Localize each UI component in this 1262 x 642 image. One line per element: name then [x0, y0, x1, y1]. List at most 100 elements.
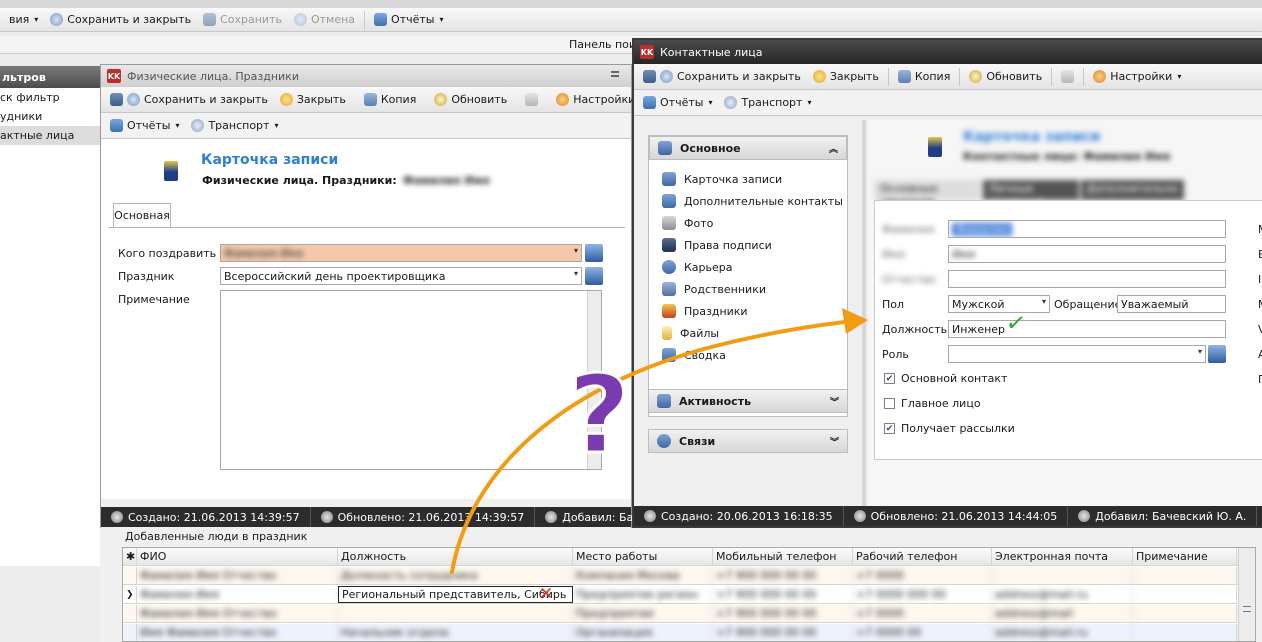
contacts-window-title: Контактные лица [660, 45, 763, 59]
side-label: М [1258, 223, 1262, 236]
column-header[interactable]: ФИО [137, 548, 338, 565]
clock-icon [644, 510, 656, 522]
settings-menu[interactable]: Настройки▾ [1088, 66, 1186, 88]
table-row-current[interactable]: ❯ Фамилия Имя Региональный представитель… [123, 586, 1255, 604]
chevron-up-icon: ︽ [828, 144, 838, 155]
transport-menu[interactable]: Транспорт ▾ [719, 92, 816, 114]
copy-button[interactable]: Копия [359, 89, 422, 111]
close-icon [812, 70, 826, 83]
whom-lookup-button[interactable] [585, 244, 603, 262]
gift-icon [662, 304, 676, 318]
column-header[interactable]: Место работы [573, 548, 713, 565]
close-button[interactable]: Закрыть [275, 89, 351, 111]
gear-icon [1093, 70, 1107, 83]
nav-section-activity[interactable]: Активность ︾ [648, 389, 848, 413]
card-body: Карточка записи Физические лица. Праздни… [101, 139, 631, 499]
save-close-button[interactable]: Сохранить и закрыть [45, 9, 196, 31]
transport-menu[interactable]: Транспорт ▾ [186, 115, 283, 137]
transport-icon [724, 96, 738, 109]
nav-item-extra-contacts[interactable]: Дополнительные контакты [649, 190, 847, 212]
panel-splitter[interactable] [862, 120, 866, 508]
gender-select[interactable]: Мужской ▾ [948, 295, 1050, 313]
ok-icon [660, 70, 673, 83]
nav-section-main[interactable]: Основное ︽ [649, 136, 847, 160]
position-field[interactable]: Инженер [948, 320, 1226, 338]
move-up-button[interactable] [520, 89, 543, 111]
section-main-icon [658, 141, 672, 155]
table-row[interactable]: Имя Фамилия Отчество Начальник отдела Ор… [123, 624, 1255, 641]
salutation-field[interactable]: Уважаемый [1117, 295, 1226, 313]
column-header[interactable]: Рабочий телефон [853, 548, 992, 565]
nav-item-card[interactable]: Карточка записи [649, 168, 847, 190]
checkbox-unchecked-icon [884, 398, 895, 409]
partial-menu-item[interactable]: вия ▾ [4, 9, 43, 31]
column-header[interactable]: Примечание [1133, 548, 1237, 565]
column-header[interactable]: Должность [338, 548, 573, 565]
nav-item-photo[interactable]: Фото [649, 212, 847, 234]
nav-item-files[interactable]: Файлы [649, 322, 847, 344]
summary-icon [662, 348, 676, 362]
arrow-up-icon [1061, 70, 1075, 83]
close-icon [279, 93, 293, 106]
close-button[interactable]: Закрыть [808, 66, 884, 88]
receives-mailing-checkbox[interactable]: ✔ Получает рассылки [884, 422, 1015, 435]
column-header[interactable]: Электронная почта [992, 548, 1133, 565]
main-contact-checkbox[interactable]: ✔ Основной контакт [884, 372, 1007, 385]
reports-menu[interactable]: Отчёты ▾ [105, 115, 184, 137]
whom-select[interactable]: Фамилия Имя ▾ [220, 244, 582, 262]
copy-button[interactable]: Копия [893, 66, 956, 88]
nav-item-career[interactable]: Карьера [649, 256, 847, 278]
whom-label: Кого поздравить [118, 247, 217, 260]
save-close-button[interactable]: Сохранить и закрыть [638, 66, 806, 88]
nav-item-summary[interactable]: Сводка [649, 344, 847, 366]
filter-item-selected[interactable]: актные лица [0, 126, 101, 145]
holidays-window-title: Физические лица. Праздники [127, 69, 299, 83]
window-menu-icon[interactable] [611, 71, 619, 77]
middlename-label: Отчество [882, 273, 937, 286]
side-label: П [1258, 373, 1262, 386]
card-tabs[interactable]: Основные сведения Личные сведения Дополн… [874, 180, 1184, 208]
save-button[interactable]: Сохранить [198, 9, 287, 31]
nav-item-relatives[interactable]: Родственники [649, 278, 847, 300]
column-header[interactable]: Мобильный телефон [713, 548, 853, 565]
filter-item[interactable]: ск фильтр [0, 88, 101, 107]
move-up-button[interactable] [1056, 66, 1079, 88]
nav-item-signature-rights[interactable]: Права подписи [649, 234, 847, 256]
main-person-checkbox[interactable]: Главное лицо [884, 397, 981, 410]
ok-icon [127, 93, 140, 106]
position-cell-editing[interactable]: Региональный представитель, Сибирь ✕ [338, 586, 573, 603]
holiday-lookup-button[interactable] [585, 267, 603, 285]
grid-scrollbar[interactable] [1238, 548, 1255, 641]
toolbar-separator [1083, 67, 1085, 86]
lastname-field[interactable]: Фамилия [948, 220, 1226, 238]
nav-section-links[interactable]: Связи ︾ [648, 429, 848, 453]
role-select[interactable]: ▾ [948, 345, 1206, 363]
added-people-panel: Добавленные люди в праздник ✱ ФИО Должно… [100, 528, 1262, 642]
nav-item-holidays[interactable]: Праздники [649, 300, 847, 322]
tab-main[interactable]: Основная [113, 203, 171, 227]
refresh-button[interactable]: Обновить [964, 66, 1047, 88]
note-scrollbar[interactable] [587, 291, 601, 469]
role-lookup-button[interactable] [1208, 345, 1226, 363]
reports-menu[interactable]: Отчёты ▾ [369, 9, 448, 31]
refresh-button[interactable]: Обновить [429, 89, 512, 111]
created-status: Создано: 20.06.2013 16:18:35 [634, 506, 844, 526]
save-close-button[interactable]: Сохранить и закрыть [105, 89, 273, 111]
refresh-icon [969, 70, 983, 83]
files-icon [662, 326, 672, 340]
chevron-down-icon: ▾ [1041, 297, 1046, 306]
middlename-field[interactable] [948, 270, 1226, 288]
note-textarea[interactable] [220, 290, 602, 470]
firstname-field[interactable]: Имя [948, 245, 1226, 263]
top-strip [0, 0, 1262, 8]
lastname-label: Фамилия [882, 223, 935, 236]
table-row[interactable]: Фамилия Имя Отчество Должность сотрудник… [123, 567, 1255, 585]
reports-menu[interactable]: Отчёты ▾ [638, 92, 717, 114]
checkbox-checked-icon: ✔ [884, 373, 895, 384]
filter-item[interactable]: удники [0, 107, 101, 126]
transport-icon [191, 119, 205, 132]
holiday-select[interactable]: Всероссийский день проектировщика ▾ [220, 267, 582, 285]
table-row[interactable]: Фамилия Имя Отчество Предприятие +7 900 … [123, 605, 1255, 623]
updated-status: Обновлено: 21.06.2013 14:39:57 [311, 507, 536, 527]
cancel-button[interactable]: Отмена [289, 9, 360, 31]
